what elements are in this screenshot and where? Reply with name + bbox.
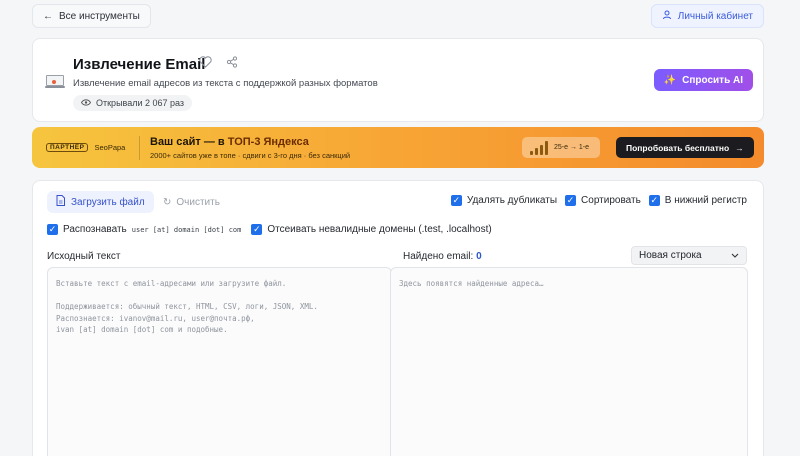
dedupe-checkbox[interactable]: ✓	[450, 195, 462, 206]
separator-select[interactable]: Новая строка	[631, 246, 747, 265]
partner-badge: ПАРТНЁР	[46, 143, 89, 152]
arrow-right-icon: →	[735, 142, 744, 153]
clear-button[interactable]: ↻ Очистить	[157, 191, 226, 213]
upload-file-button[interactable]: Загрузить файл	[47, 191, 154, 213]
rank-indicator: 25-е → 1-е	[522, 137, 600, 158]
source-textarea[interactable]: Вставьте текст с email-адресами или загр…	[47, 267, 392, 456]
sparkle-icon: ✨	[663, 74, 677, 86]
title-actions	[199, 56, 238, 71]
file-icon	[56, 195, 65, 209]
recognize-obfuscated-checkbox[interactable]: ✓	[47, 224, 58, 235]
filter-invalid-option[interactable]: ✓ Отсеивать невалидные домены (.test, .l…	[251, 224, 492, 235]
page-description: Извлечение email адресов из текста с под…	[73, 78, 378, 89]
back-to-tools-button[interactable]: ← Все инструменты	[32, 4, 151, 28]
views-badge: Открывали 2 067 раз	[73, 95, 193, 111]
lowercase-checkbox[interactable]: ✓	[648, 195, 660, 206]
ask-ai-label: Спросить AI	[682, 74, 743, 86]
eye-icon	[80, 98, 92, 108]
tool-workspace: Загрузить файл ↻ Очистить ✓ Удалять дубл…	[32, 180, 764, 456]
found-count: 0	[476, 251, 482, 262]
sort-label: Сортировать	[581, 195, 641, 206]
banner-title: Ваш сайт — в ТОП-3 Яндекса	[150, 136, 309, 148]
partner-name: SeoPapa	[94, 143, 126, 152]
dedupe-label: Удалять дубликаты	[466, 195, 558, 206]
dedupe-option[interactable]: ✓ Удалять дубликаты	[450, 195, 558, 206]
tool-header-card: Извлечение Email Извлечение email адресо…	[32, 38, 764, 122]
banner-divider	[139, 136, 140, 160]
user-icon	[662, 10, 672, 23]
partner-tag: ПАРТНЁР SeoPapa	[46, 143, 125, 152]
recognize-example: user [at] domain [dot] com	[131, 225, 242, 234]
views-count: Открывали 2 067 раз	[96, 98, 185, 108]
clear-label: Очистить	[176, 196, 220, 208]
options-row-2: ✓ Распознавать user [at] domain [dot] co…	[47, 224, 492, 235]
sort-checkbox[interactable]: ✓	[565, 195, 577, 206]
account-label: Личный кабинет	[677, 10, 753, 22]
ask-ai-button[interactable]: ✨ Спросить AI	[653, 69, 753, 91]
account-button[interactable]: Личный кабинет	[650, 4, 764, 28]
lowercase-option[interactable]: ✓ В нижний регистр	[648, 195, 747, 206]
bar-chart-icon	[530, 140, 548, 155]
lowercase-label: В нижний регистр	[664, 195, 747, 206]
filter-invalid-checkbox[interactable]: ✓	[251, 224, 263, 235]
filter-invalid-label: Отсеивать невалидные домены (.test, .loc…	[267, 224, 492, 235]
upload-label: Загрузить файл	[71, 196, 145, 208]
recognize-obfuscated-option[interactable]: ✓ Распознавать user [at] domain [dot] co…	[47, 224, 241, 235]
recognize-label: Распознавать	[63, 224, 127, 235]
back-label: Все инструменты	[59, 10, 140, 22]
top-bar: ← Все инструменты Личный кабинет	[32, 4, 764, 28]
sort-option[interactable]: ✓ Сортировать	[565, 195, 641, 206]
source-label: Исходный текст	[47, 251, 121, 262]
banner-subtitle: 2000+ сайтов уже в топе · сдвиги с 3-го …	[150, 151, 351, 160]
options-group: ✓ Удалять дубликаты ✓ Сортировать ✓ В ни…	[450, 195, 747, 206]
found-label: Найдено email: 0	[403, 251, 482, 262]
found-label-prefix: Найдено email:	[403, 251, 474, 262]
banner-title-prefix: Ваш сайт — в	[150, 136, 228, 148]
try-free-button[interactable]: Попробовать бесплатно →	[616, 137, 754, 158]
chevron-down-icon	[731, 250, 739, 261]
tool-thumbnail-icon	[45, 75, 65, 88]
output-textarea[interactable]: Здесь появятся найденные адреса…	[390, 267, 748, 456]
page-title: Извлечение Email	[73, 56, 206, 73]
arrow-left-icon: ←	[43, 10, 53, 22]
reset-icon: ↻	[163, 196, 172, 208]
try-free-label: Попробовать бесплатно	[626, 142, 730, 153]
share-icon[interactable]	[226, 56, 238, 71]
rank-text: 25-е → 1-е	[554, 144, 590, 151]
heart-icon[interactable]	[199, 56, 212, 71]
separator-value: Новая строка	[639, 250, 702, 261]
banner-title-highlight: ТОП-3 Яндекса	[227, 136, 309, 148]
partner-banner[interactable]: ПАРТНЁР SeoPapa Ваш сайт — в ТОП-3 Яндек…	[32, 127, 764, 168]
